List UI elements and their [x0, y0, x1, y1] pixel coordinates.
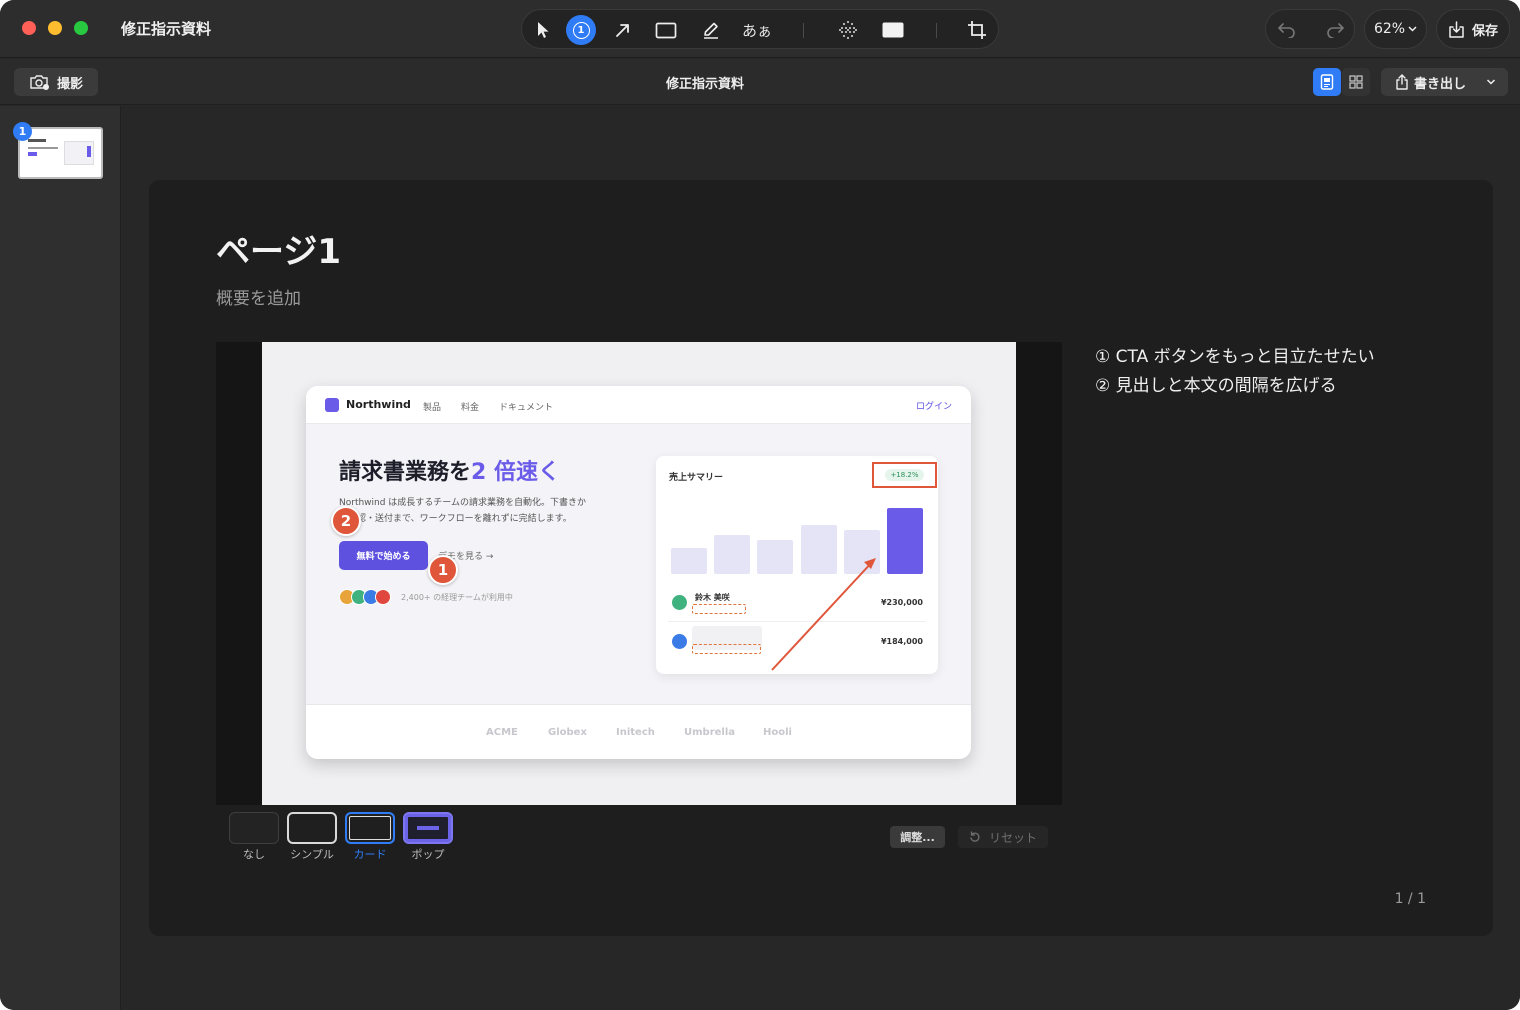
undo-button[interactable]	[1272, 15, 1302, 45]
single-page-view-button[interactable]	[1313, 68, 1341, 96]
annotation-arrow	[771, 558, 876, 671]
zoom-level: 62%	[1373, 21, 1406, 37]
crop-tool[interactable]	[962, 15, 992, 45]
style-option-pop[interactable]	[403, 812, 453, 844]
grid-view-button[interactable]	[1342, 68, 1370, 96]
select-tool[interactable]	[528, 15, 558, 45]
reset-label: リセット	[988, 830, 1037, 845]
style-option-card[interactable]	[345, 812, 395, 844]
zoom-window-button[interactable]	[74, 21, 88, 35]
annotation-note-2[interactable]: ② 見出しと本文の間隔を広げる	[1095, 371, 1337, 396]
annotation-note-1[interactable]: ① CTA ボタンをもっと目立たせたい	[1095, 342, 1375, 367]
page-title[interactable]: ページ1	[216, 224, 341, 273]
number-marker-2[interactable]: 2	[331, 506, 361, 536]
style-option-simple[interactable]	[287, 812, 337, 844]
pen-tool[interactable]	[696, 15, 726, 45]
history-controls	[1265, 9, 1355, 49]
chevron-down-icon	[1486, 79, 1496, 85]
undo-icon	[1277, 23, 1295, 38]
style-label-selected: カード	[353, 848, 387, 861]
style-option-none[interactable]	[229, 812, 279, 844]
cursor-arrow-icon	[538, 22, 549, 38]
export-dropdown[interactable]: 書き出し	[1381, 68, 1508, 96]
number-marker-1[interactable]: 1	[428, 555, 458, 585]
number-marker-tool[interactable]: 1	[566, 15, 596, 45]
reset-icon	[970, 831, 980, 842]
title-bar: 修正指示資料 1 あぁ 62% 保存	[0, 0, 1520, 58]
fill-rectangle-tool[interactable]	[878, 15, 908, 45]
chevron-down-icon	[1408, 26, 1417, 32]
share-icon	[1396, 74, 1408, 90]
toolbar-divider	[803, 23, 804, 38]
minimize-window-button[interactable]	[48, 21, 62, 35]
single-page-icon	[1320, 74, 1334, 90]
crop-icon	[968, 21, 986, 39]
page-counter: 1 / 1	[1394, 891, 1426, 907]
filled-rectangle-icon	[882, 22, 904, 38]
mosaic-tool[interactable]	[833, 15, 863, 45]
reset-button[interactable]: リセット	[958, 826, 1048, 848]
arrow-tool[interactable]	[608, 15, 638, 45]
close-window-button[interactable]	[22, 21, 36, 35]
mosaic-dots-icon	[839, 21, 857, 39]
redo-icon	[1327, 23, 1345, 38]
arrow-up-right-icon	[616, 24, 629, 37]
thumbnail-page-badge: 1	[13, 122, 32, 141]
document-bar: 撮影 修正指示資料 書き出し	[0, 59, 1520, 105]
redo-button[interactable]	[1320, 15, 1350, 45]
save-button[interactable]: 保存	[1436, 9, 1510, 49]
save-label: 保存	[1471, 23, 1498, 39]
save-tray-icon	[1449, 20, 1464, 38]
annotation-toolbar: 1 あぁ	[521, 9, 999, 49]
adjust-button[interactable]: 調整...	[890, 826, 945, 848]
style-label: なし	[243, 848, 265, 861]
rectangle-tool[interactable]	[651, 15, 681, 45]
style-label: シンプル	[290, 848, 334, 861]
export-label: 書き出し	[1414, 76, 1467, 92]
style-label: ポップ	[411, 848, 445, 861]
document-title: 修正指示資料	[665, 77, 744, 92]
app-window: 修正指示資料 1 あぁ 62% 保存 撮影 修正指示資料 書き出し 1 ページ1…	[0, 0, 1520, 1010]
annotated-screenshot[interactable]: Northwind 製品 料金 ドキュメント ログイン 請求書業務を2 倍速く …	[262, 342, 1016, 805]
page-summary-field[interactable]: 概要を追加	[216, 284, 301, 309]
grid-icon	[1349, 75, 1363, 89]
text-tool[interactable]: あぁ	[739, 15, 775, 45]
page-thumbnail-sidebar	[0, 106, 121, 1010]
pen-icon	[704, 22, 718, 39]
toolbar-divider	[936, 23, 937, 38]
rectangle-icon	[655, 22, 677, 38]
number-marker-icon: 1	[566, 15, 596, 45]
window-title: 修正指示資料	[121, 20, 212, 38]
zoom-dropdown[interactable]: 62%	[1364, 9, 1427, 49]
